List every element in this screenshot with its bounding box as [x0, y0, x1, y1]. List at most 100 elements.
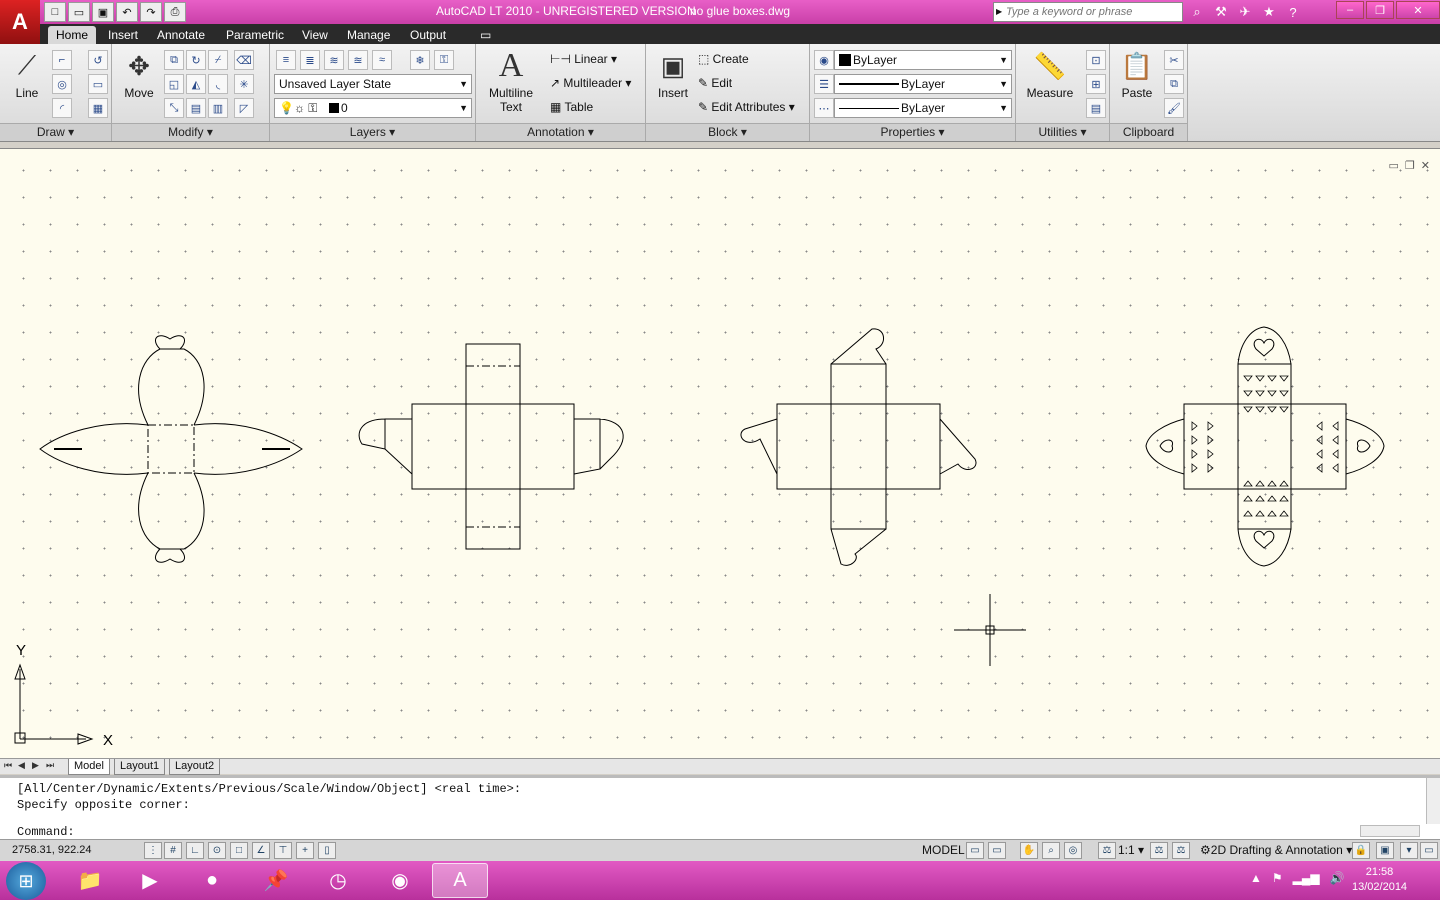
modify-panel-title[interactable]: Modify ▾: [112, 123, 269, 141]
plot-icon[interactable]: ⎙: [164, 2, 186, 22]
layer-isolate-icon[interactable]: ≊: [348, 50, 368, 70]
tab-view[interactable]: View: [294, 26, 336, 44]
layouts-icon[interactable]: ▭: [988, 842, 1006, 859]
favorites-star-icon[interactable]: ★: [1258, 2, 1280, 22]
tab-manage[interactable]: Manage: [339, 26, 398, 44]
layer-lock-icon[interactable]: ⚿: [434, 50, 454, 70]
command-hscrollbar[interactable]: [1360, 825, 1420, 837]
draw-panel-title[interactable]: Draw ▾: [0, 123, 111, 141]
lineweight-dropdown[interactable]: ByLayer ▼: [834, 74, 1012, 94]
tab-layout1[interactable]: Layout1: [114, 759, 166, 775]
last-tab-icon[interactable]: ⏭: [46, 760, 58, 771]
explorer-icon[interactable]: 📁: [62, 863, 118, 898]
box-net-decorated[interactable]: [1145, 326, 1385, 567]
drawing-area[interactable]: ▭ ❐ ✕ Y X: [0, 148, 1440, 758]
rectangle-icon[interactable]: ▭: [88, 74, 108, 94]
copy-clip-icon[interactable]: ⧉: [1164, 74, 1184, 94]
explode-icon[interactable]: ✳: [234, 74, 254, 94]
linetype-dropdown[interactable]: ByLayer ▼: [834, 98, 1012, 118]
network-icon[interactable]: ▂▄▆: [1293, 871, 1320, 885]
redo-icon[interactable]: ↷: [140, 2, 162, 22]
properties-panel-title[interactable]: Properties ▾: [810, 123, 1015, 141]
coordinate-readout[interactable]: 2758.31, 922.24: [12, 844, 92, 856]
paste-button[interactable]: 📋 Paste: [1114, 48, 1160, 101]
revcloud-icon[interactable]: ↺: [88, 50, 108, 70]
quick-select-icon[interactable]: ⊡: [1086, 50, 1106, 70]
search-expand-icon[interactable]: ▶: [996, 7, 1002, 16]
multileader-button[interactable]: ↗ Multileader ▾: [550, 76, 631, 90]
measure-button[interactable]: 📏 Measure: [1024, 48, 1076, 101]
media-player-icon[interactable]: ▶: [122, 863, 178, 898]
match-properties-icon[interactable]: 🖌: [1164, 98, 1184, 118]
linetype-icon[interactable]: ⋯: [814, 98, 834, 118]
offset-icon[interactable]: ▥: [208, 98, 228, 118]
fillet-icon[interactable]: ◟: [208, 74, 228, 94]
undo-icon[interactable]: ↶: [116, 2, 138, 22]
layer-dropdown[interactable]: 💡☼ ⚿ 0 ▼: [274, 98, 472, 118]
box-net-cross[interactable]: [358, 343, 624, 550]
volume-icon[interactable]: 🔊: [1330, 871, 1345, 885]
tab-annotate[interactable]: Annotate: [149, 26, 213, 44]
color-dropdown[interactable]: ByLayer ▼: [834, 50, 1012, 70]
cut-icon[interactable]: ✂: [1164, 50, 1184, 70]
action-center-icon[interactable]: ⚑: [1272, 871, 1283, 885]
layout-icon[interactable]: ▭: [966, 842, 984, 859]
circle-icon[interactable]: ◎: [52, 74, 72, 94]
subscription-icon[interactable]: ⚒: [1210, 2, 1232, 22]
prev-tab-icon[interactable]: ◀: [18, 760, 30, 771]
application-menu-button[interactable]: A: [0, 0, 40, 44]
steering-wheel-icon[interactable]: ◎: [1064, 842, 1082, 859]
binoculars-icon[interactable]: ⌕: [1186, 2, 1208, 22]
clock-app-icon[interactable]: ◷: [310, 863, 366, 898]
show-hidden-icons[interactable]: ▲: [1250, 871, 1262, 885]
layer-freeze-icon[interactable]: ❄: [410, 50, 430, 70]
tab-home[interactable]: Home: [48, 26, 97, 44]
array-icon[interactable]: ▤: [186, 98, 206, 118]
search-box[interactable]: ▶: [993, 2, 1183, 22]
hatch-icon[interactable]: ▦: [88, 98, 108, 118]
tab-model[interactable]: Model: [68, 759, 110, 775]
layers-panel-title[interactable]: Layers ▾: [270, 123, 475, 141]
annotation-scale-value[interactable]: 1:1 ▾: [1118, 843, 1144, 857]
insert-block-button[interactable]: ▣ Insert: [650, 48, 696, 101]
ribbon-minimize-icon[interactable]: ▭: [472, 26, 499, 44]
save-icon[interactable]: ▣: [92, 2, 114, 22]
open-file-icon[interactable]: ▭: [68, 2, 90, 22]
color-wheel-icon[interactable]: ◉: [814, 50, 834, 70]
annotation-panel-title[interactable]: Annotation ▾: [476, 123, 645, 141]
chamfer-icon[interactable]: ◸: [234, 98, 254, 118]
create-block-button[interactable]: ⬚ Create: [698, 52, 749, 66]
close-button[interactable]: ✕: [1396, 1, 1440, 19]
multiline-text-button[interactable]: A Multiline Text: [486, 47, 536, 114]
calculator-icon[interactable]: ▤: [1086, 98, 1106, 118]
mirror-icon[interactable]: ◭: [186, 74, 206, 94]
status-menu-icon[interactable]: ▾: [1400, 842, 1418, 859]
toolbar-lock-icon[interactable]: 🔒: [1352, 842, 1370, 859]
tab-output[interactable]: Output: [402, 26, 454, 44]
edit-attributes-button[interactable]: ✎ Edit Attributes ▾: [698, 100, 795, 114]
lineweight-toggle-icon[interactable]: +: [296, 842, 314, 859]
model-space-label[interactable]: MODEL: [922, 843, 965, 857]
block-panel-title[interactable]: Block ▾: [646, 123, 809, 141]
taskbar-clock[interactable]: 21:58 13/02/2014: [1352, 865, 1407, 895]
layer-previous-icon[interactable]: ≋: [324, 50, 344, 70]
trim-icon[interactable]: ⌿: [208, 50, 228, 70]
line-button[interactable]: ⟋ Line: [4, 48, 50, 100]
layer-properties-icon[interactable]: ≡: [276, 50, 296, 70]
rotate-icon[interactable]: ↻: [186, 50, 206, 70]
zoom-icon[interactable]: ⌕: [1042, 842, 1060, 859]
communication-icon[interactable]: ✈: [1234, 2, 1256, 22]
grid-icon[interactable]: #: [164, 842, 182, 859]
start-button[interactable]: ⊞: [6, 862, 46, 900]
copy-icon[interactable]: ⧉: [164, 50, 184, 70]
select-all-icon[interactable]: ⊞: [1086, 74, 1106, 94]
ortho-icon[interactable]: ∟: [186, 842, 204, 859]
maximize-button[interactable]: ❐: [1366, 1, 1394, 19]
layer-state-dropdown[interactable]: Unsaved Layer State ▼: [274, 74, 472, 94]
osnap-icon[interactable]: □: [230, 842, 248, 859]
layer-off-icon[interactable]: ≈: [372, 50, 392, 70]
new-file-icon[interactable]: □: [44, 2, 66, 22]
hardware-acceleration-icon[interactable]: ▣: [1376, 842, 1394, 859]
lineweight-icon[interactable]: ☰: [814, 74, 834, 94]
chrome-icon[interactable]: ◉: [372, 863, 428, 898]
